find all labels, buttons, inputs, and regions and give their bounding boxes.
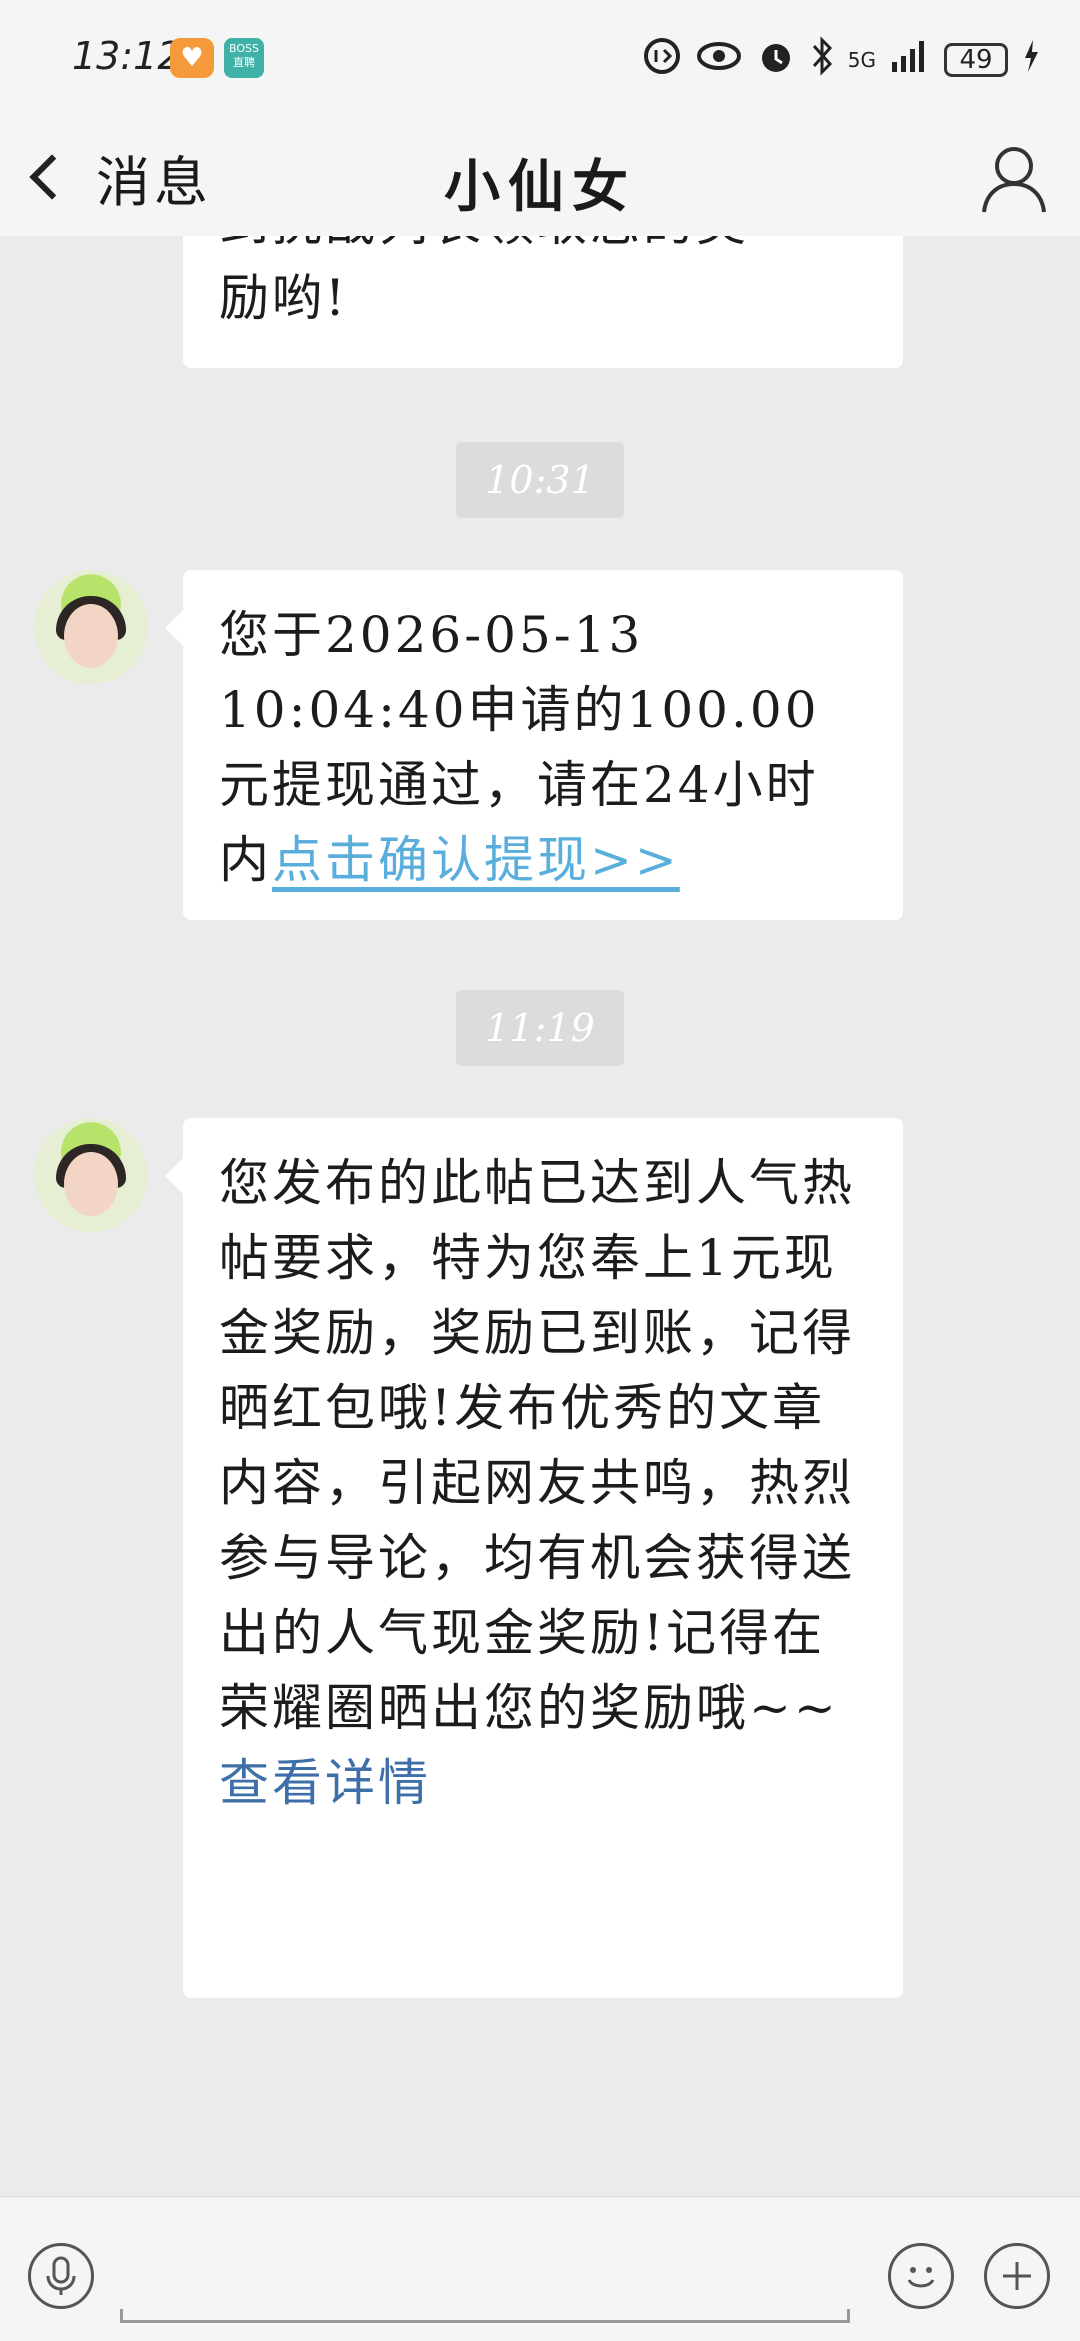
message-text: 到挑战列表领取您的奖 [219, 236, 867, 261]
person-icon [982, 147, 1046, 213]
chat-area[interactable]: 到挑战列表领取您的奖 励哟! 10:31 您于2026-05-13 10:04:… [0, 236, 1080, 2196]
eye-icon [696, 39, 742, 81]
avatar[interactable] [34, 570, 148, 684]
network-type: 5G [847, 48, 876, 72]
plus-icon [1003, 2262, 1031, 2290]
smiley-icon [907, 2267, 935, 2288]
bluetooth-icon [810, 36, 834, 84]
message-text: 您发布的此帖已达到人气热帖要求，特为您奉上1元现金奖励，奖励已到账，记得晒红包哦… [219, 1154, 855, 1737]
signal-icon [890, 38, 930, 82]
confirm-withdraw-link[interactable]: 点击确认提现>> [272, 831, 680, 889]
message-input[interactable] [120, 2309, 850, 2323]
timestamp: 10:31 [456, 442, 624, 518]
boss-app-icon: BOSS 直聘 [224, 38, 264, 78]
status-icons: 5G 49 [642, 36, 1040, 84]
status-time: 13:12 [72, 34, 182, 78]
heart-app-icon: ♥ [170, 38, 214, 78]
timestamp: 11:19 [456, 990, 624, 1066]
input-bar [0, 2196, 1080, 2341]
battery-icon: 49 [944, 43, 1008, 77]
message-bubble: 您发布的此帖已达到人气热帖要求，特为您奉上1元现金奖励，奖励已到账，记得晒红包哦… [165, 1118, 903, 1998]
emoji-button[interactable] [888, 2243, 954, 2309]
charging-icon [1022, 38, 1040, 82]
status-bar: 13:12 ♥ BOSS 直聘 5G 49 [0, 0, 1080, 120]
view-details-link[interactable]: 查看详情 [219, 1746, 867, 1821]
message-bubble: 您于2026-05-13 10:04:40申请的100.00元提现通过，请在24… [165, 570, 903, 920]
message-text: 励哟! [219, 269, 349, 327]
avatar[interactable] [34, 1118, 148, 1232]
add-button[interactable] [984, 2243, 1050, 2309]
message-bubble: 到挑战列表领取您的奖 励哟! [183, 236, 903, 368]
data-saver-icon [642, 36, 682, 84]
alarm-icon [756, 36, 796, 84]
microphone-icon [46, 2256, 76, 2295]
profile-button[interactable] [976, 140, 1052, 216]
nav-bar: 消息 小仙女 [0, 120, 1080, 236]
voice-button[interactable] [28, 2243, 94, 2309]
page-title: 小仙女 [444, 154, 636, 220]
